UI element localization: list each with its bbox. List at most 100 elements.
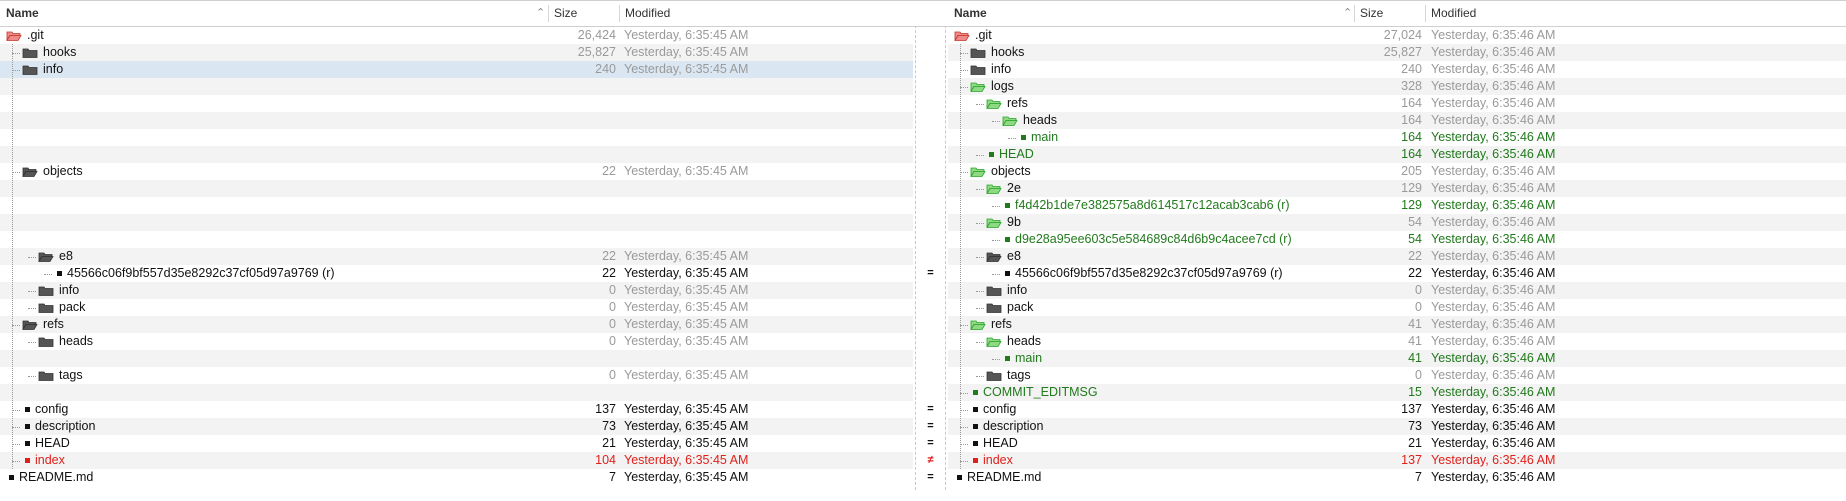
file-row[interactable]: COMMIT_EDITMSG 15 Yesterday, 6:35:46 AM [948, 384, 1846, 401]
file-row[interactable]: hooks 25,827 Yesterday, 6:35:45 AM [0, 44, 913, 61]
file-modified: Yesterday, 6:35:45 AM [624, 436, 749, 450]
file-size: 41 [1408, 334, 1422, 348]
gutter-row [913, 163, 948, 180]
equal-icon[interactable]: = [913, 265, 948, 282]
file-row[interactable]: main 41 Yesterday, 6:35:46 AM [948, 350, 1846, 367]
file-row[interactable]: config 137 Yesterday, 6:35:46 AM [948, 401, 1846, 418]
file-row[interactable]: index 137 Yesterday, 6:35:46 AM [948, 452, 1846, 469]
file-row[interactable]: info 0 Yesterday, 6:35:45 AM [0, 282, 913, 299]
size-column-header[interactable]: Size [554, 1, 577, 26]
file-name-cell: HEAD [22, 435, 70, 452]
file-row[interactable]: HEAD 21 Yesterday, 6:35:46 AM [948, 435, 1846, 452]
not-equal-icon[interactable]: ≠ [913, 452, 948, 469]
equal-icon[interactable]: = [913, 401, 948, 418]
equal-icon[interactable]: = [913, 469, 948, 486]
left-column-header: Name ⌃ Size Modified [0, 0, 913, 27]
folder-gray-icon [38, 336, 54, 347]
equal-icon[interactable]: = [913, 435, 948, 452]
file-name: 45566c06f9bf557d35e8292c37cf05d97a9769 (… [67, 266, 335, 280]
file-row[interactable]: hooks 25,827 Yesterday, 6:35:46 AM [948, 44, 1846, 61]
file-row[interactable]: 45566c06f9bf557d35e8292c37cf05d97a9769 (… [948, 265, 1846, 282]
right-file-list: .git 27,024 Yesterday, 6:35:46 AM hooks 25,8… [948, 27, 1846, 486]
file-size: 22 [1408, 249, 1422, 263]
file-row[interactable]: pack 0 Yesterday, 6:35:46 AM [948, 299, 1846, 316]
file-size: 21 [602, 436, 616, 450]
file-name: hooks [43, 45, 77, 59]
file-name-cell: tags [38, 367, 83, 384]
file-row[interactable]: logs 328 Yesterday, 6:35:46 AM [948, 78, 1846, 95]
file-name-cell: main [1002, 350, 1042, 367]
file-row[interactable]: f4d42b1de7e382575a8d614517c12acab3cab6 (… [948, 197, 1846, 214]
name-column-header[interactable]: Name [954, 1, 987, 26]
file-row[interactable]: main 164 Yesterday, 6:35:46 AM [948, 129, 1846, 146]
file-size: 164 [1401, 147, 1422, 161]
file-row[interactable]: d9e28a95ee603c5e584689c84d6b9c4acee7cd (… [948, 231, 1846, 248]
file-name-cell: .git [6, 27, 44, 44]
file-row[interactable]: e8 22 Yesterday, 6:35:45 AM [0, 248, 913, 265]
file-row[interactable]: 45566c06f9bf557d35e8292c37cf05d97a9769 (… [0, 265, 913, 282]
file-row[interactable]: HEAD 21 Yesterday, 6:35:45 AM [0, 435, 913, 452]
file-size: 27,024 [1383, 28, 1422, 42]
folder-gray-icon [970, 64, 986, 75]
file-name: refs [991, 317, 1012, 331]
file-size: 22 [602, 164, 616, 178]
file-row[interactable]: refs 41 Yesterday, 6:35:46 AM [948, 316, 1846, 333]
file-name-cell: 9b [986, 214, 1021, 231]
file-name: main [1031, 130, 1059, 144]
file-name-cell: info [986, 282, 1027, 299]
file-name: objects [991, 164, 1031, 178]
folder-gray-icon [970, 47, 986, 58]
file-black-icon [57, 271, 62, 276]
file-row[interactable]: info 240 Yesterday, 6:35:46 AM [948, 61, 1846, 78]
file-row[interactable]: 2e 129 Yesterday, 6:35:46 AM [948, 180, 1846, 197]
empty-row [0, 112, 913, 129]
file-size: 25,827 [577, 45, 616, 59]
file-row[interactable]: README.md 7 Yesterday, 6:35:45 AM [0, 469, 913, 486]
file-row[interactable]: objects 22 Yesterday, 6:35:45 AM [0, 163, 913, 180]
gutter-row: ≠ [913, 452, 948, 469]
file-row[interactable]: 9b 54 Yesterday, 6:35:46 AM [948, 214, 1846, 231]
file-name: e8 [59, 249, 73, 263]
folder-green-open-icon [986, 183, 1002, 194]
file-size: 240 [595, 62, 616, 76]
file-row[interactable]: refs 0 Yesterday, 6:35:45 AM [0, 316, 913, 333]
modified-column-header[interactable]: Modified [625, 1, 670, 26]
file-name: 9b [1007, 215, 1021, 229]
file-row[interactable]: info 0 Yesterday, 6:35:46 AM [948, 282, 1846, 299]
name-column-header[interactable]: Name [6, 1, 39, 26]
equal-icon[interactable]: = [913, 418, 948, 435]
file-green-icon [1005, 356, 1010, 361]
folder-red-open-icon [6, 30, 22, 41]
file-row[interactable]: refs 164 Yesterday, 6:35:46 AM [948, 95, 1846, 112]
file-row[interactable]: tags 0 Yesterday, 6:35:46 AM [948, 367, 1846, 384]
file-row[interactable]: description 73 Yesterday, 6:35:45 AM [0, 418, 913, 435]
file-modified: Yesterday, 6:35:46 AM [1431, 249, 1556, 263]
file-row[interactable]: tags 0 Yesterday, 6:35:45 AM [0, 367, 913, 384]
file-size: 137 [1401, 402, 1422, 416]
file-modified: Yesterday, 6:35:45 AM [624, 419, 749, 433]
file-row[interactable]: description 73 Yesterday, 6:35:46 AM [948, 418, 1846, 435]
file-row[interactable]: heads 0 Yesterday, 6:35:45 AM [0, 333, 913, 350]
file-row[interactable]: .git 26,424 Yesterday, 6:35:45 AM [0, 27, 913, 44]
file-size: 25,827 [1383, 45, 1422, 59]
file-row[interactable]: README.md 7 Yesterday, 6:35:46 AM [948, 469, 1846, 486]
file-row[interactable]: heads 164 Yesterday, 6:35:46 AM [948, 112, 1846, 129]
file-row[interactable]: heads 41 Yesterday, 6:35:46 AM [948, 333, 1846, 350]
file-name: d9e28a95ee603c5e584689c84d6b9c4acee7cd (… [1015, 232, 1292, 246]
gutter-row: = [913, 265, 948, 282]
modified-column-header[interactable]: Modified [1431, 1, 1476, 26]
gutter-row [913, 112, 948, 129]
file-row[interactable]: e8 22 Yesterday, 6:35:46 AM [948, 248, 1846, 265]
file-row[interactable]: pack 0 Yesterday, 6:35:45 AM [0, 299, 913, 316]
file-row[interactable]: objects 205 Yesterday, 6:35:46 AM [948, 163, 1846, 180]
file-size: 129 [1401, 198, 1422, 212]
file-name-cell: heads [1002, 112, 1057, 129]
file-name-cell: 2e [986, 180, 1021, 197]
size-column-header[interactable]: Size [1360, 1, 1383, 26]
file-row[interactable]: info 240 Yesterday, 6:35:45 AM [0, 61, 913, 78]
file-row[interactable]: .git 27,024 Yesterday, 6:35:46 AM [948, 27, 1846, 44]
file-row[interactable]: index 104 Yesterday, 6:35:45 AM [0, 452, 913, 469]
file-row[interactable]: HEAD 164 Yesterday, 6:35:46 AM [948, 146, 1846, 163]
file-row[interactable]: config 137 Yesterday, 6:35:45 AM [0, 401, 913, 418]
empty-row [0, 197, 913, 214]
